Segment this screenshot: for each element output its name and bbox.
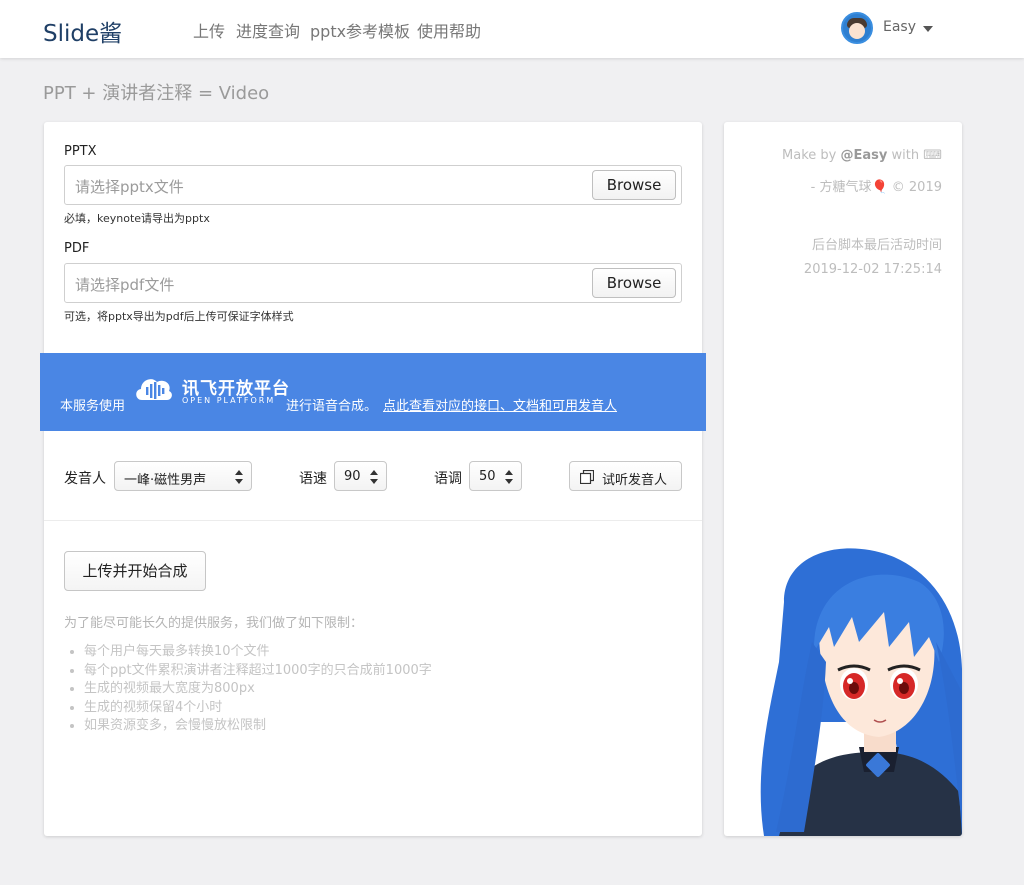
pdf-browse-button[interactable]: Browse	[592, 268, 676, 298]
pitch-select[interactable]: 50	[469, 461, 522, 491]
author-link[interactable]: @Easy	[841, 148, 888, 163]
pptx-browse-button[interactable]: Browse	[592, 170, 676, 200]
speaker-value: 一峰·磁性男声	[124, 473, 207, 488]
pptx-placeholder: 请选择pptx文件	[75, 178, 184, 196]
pdf-placeholder: 请选择pdf文件	[75, 276, 175, 294]
anime-girl-illustration	[760, 548, 962, 836]
pptx-label: PPTX	[64, 144, 97, 159]
list-item: 生成的视频最大宽度为800px	[84, 680, 432, 699]
brand-logo[interactable]: Slide酱	[43, 14, 122, 48]
cloud-logo-icon	[136, 379, 172, 400]
speed-value: 90	[344, 469, 361, 484]
xfyun-banner: 本服务使用 讯飞开放平台 OPEN PLATFORM 进行语音合成。 点此查看对…	[40, 353, 706, 431]
credit-line: - 方糖气球🎈 © 2019	[810, 180, 942, 195]
select-arrows-icon	[505, 470, 513, 484]
pitch-label: 语调	[434, 471, 462, 487]
pptx-file-input[interactable]: 请选择pptx文件 Browse	[64, 165, 682, 205]
limits-list: 每个用户每天最多转换10个文件 每个ppt文件累积演讲者注释超过1000字的只合…	[84, 643, 432, 736]
pdf-file-input[interactable]: 请选择pdf文件 Browse	[64, 263, 682, 303]
upload-start-button[interactable]: 上传并开始合成	[64, 551, 206, 591]
make-by: Make by @Easy with ⌨	[782, 148, 942, 163]
list-item: 生成的视频保留4个小时	[84, 699, 432, 718]
speed-select[interactable]: 90	[334, 461, 387, 491]
keyboard-icon: with ⌨	[887, 148, 942, 163]
side-panel: Make by @Easy with ⌨ - 方糖气球🎈 © 2019 后台脚本…	[724, 122, 962, 836]
list-item: 每个用户每天最多转换10个文件	[84, 643, 432, 662]
pdf-label: PDF	[64, 241, 90, 256]
nav-progress[interactable]: 进度查询	[236, 18, 300, 42]
nav-upload[interactable]: 上传	[193, 18, 225, 42]
banner-text: 进行语音合成。	[286, 399, 378, 414]
listen-speaker-button[interactable]: 试听发音人	[569, 461, 682, 491]
nav-help[interactable]: 使用帮助	[417, 18, 481, 42]
docs-link[interactable]: 点此查看对应的接口、文档和可用发音人	[383, 395, 617, 414]
chevron-down-icon[interactable]	[923, 26, 933, 32]
nav-templates[interactable]: pptx参考模板	[310, 18, 410, 42]
speed-label: 语速	[299, 471, 327, 487]
divider	[44, 520, 702, 521]
listen-speaker-label: 试听发音人	[602, 473, 668, 488]
credit-link[interactable]: - 方糖气球	[811, 180, 872, 195]
pdf-hint: 可选，将pptx导出为pdf后上传可保证字体样式	[64, 310, 294, 323]
page-subtitle: PPT + 演讲者注释 = Video	[43, 83, 270, 104]
navbar: Slide酱 上传 进度查询 pptx参考模板 使用帮助 Easy	[0, 0, 1024, 58]
avatar[interactable]	[841, 12, 873, 44]
speaker-select[interactable]: 一峰·磁性男声	[114, 461, 252, 491]
status-time: 2019-12-02 17:25:14	[803, 262, 942, 277]
list-item: 每个ppt文件累积演讲者注释超过1000字的只合成前1000字	[84, 662, 432, 681]
list-item: 如果资源变多，会慢慢放松限制	[84, 717, 432, 736]
banner-prefix: 本服务使用	[60, 399, 126, 414]
select-arrows-icon	[235, 470, 243, 484]
pitch-value: 50	[479, 469, 496, 484]
balloon-icon: 🎈	[871, 180, 888, 195]
copy-icon	[580, 470, 594, 484]
upload-card: PPTX 请选择pptx文件 Browse 必填，keynote请导出为pptx…	[44, 122, 702, 836]
logo-subtitle: OPEN PLATFORM	[182, 396, 276, 405]
select-arrows-icon	[370, 470, 378, 484]
pptx-hint: 必填，keynote请导出为pptx	[64, 212, 210, 225]
speaker-label: 发音人	[64, 471, 106, 487]
limits-title: 为了能尽可能长久的提供服务，我们做了如下限制：	[64, 616, 364, 631]
user-name[interactable]: Easy	[883, 19, 916, 35]
status-label: 后台脚本最后活动时间	[811, 238, 942, 253]
